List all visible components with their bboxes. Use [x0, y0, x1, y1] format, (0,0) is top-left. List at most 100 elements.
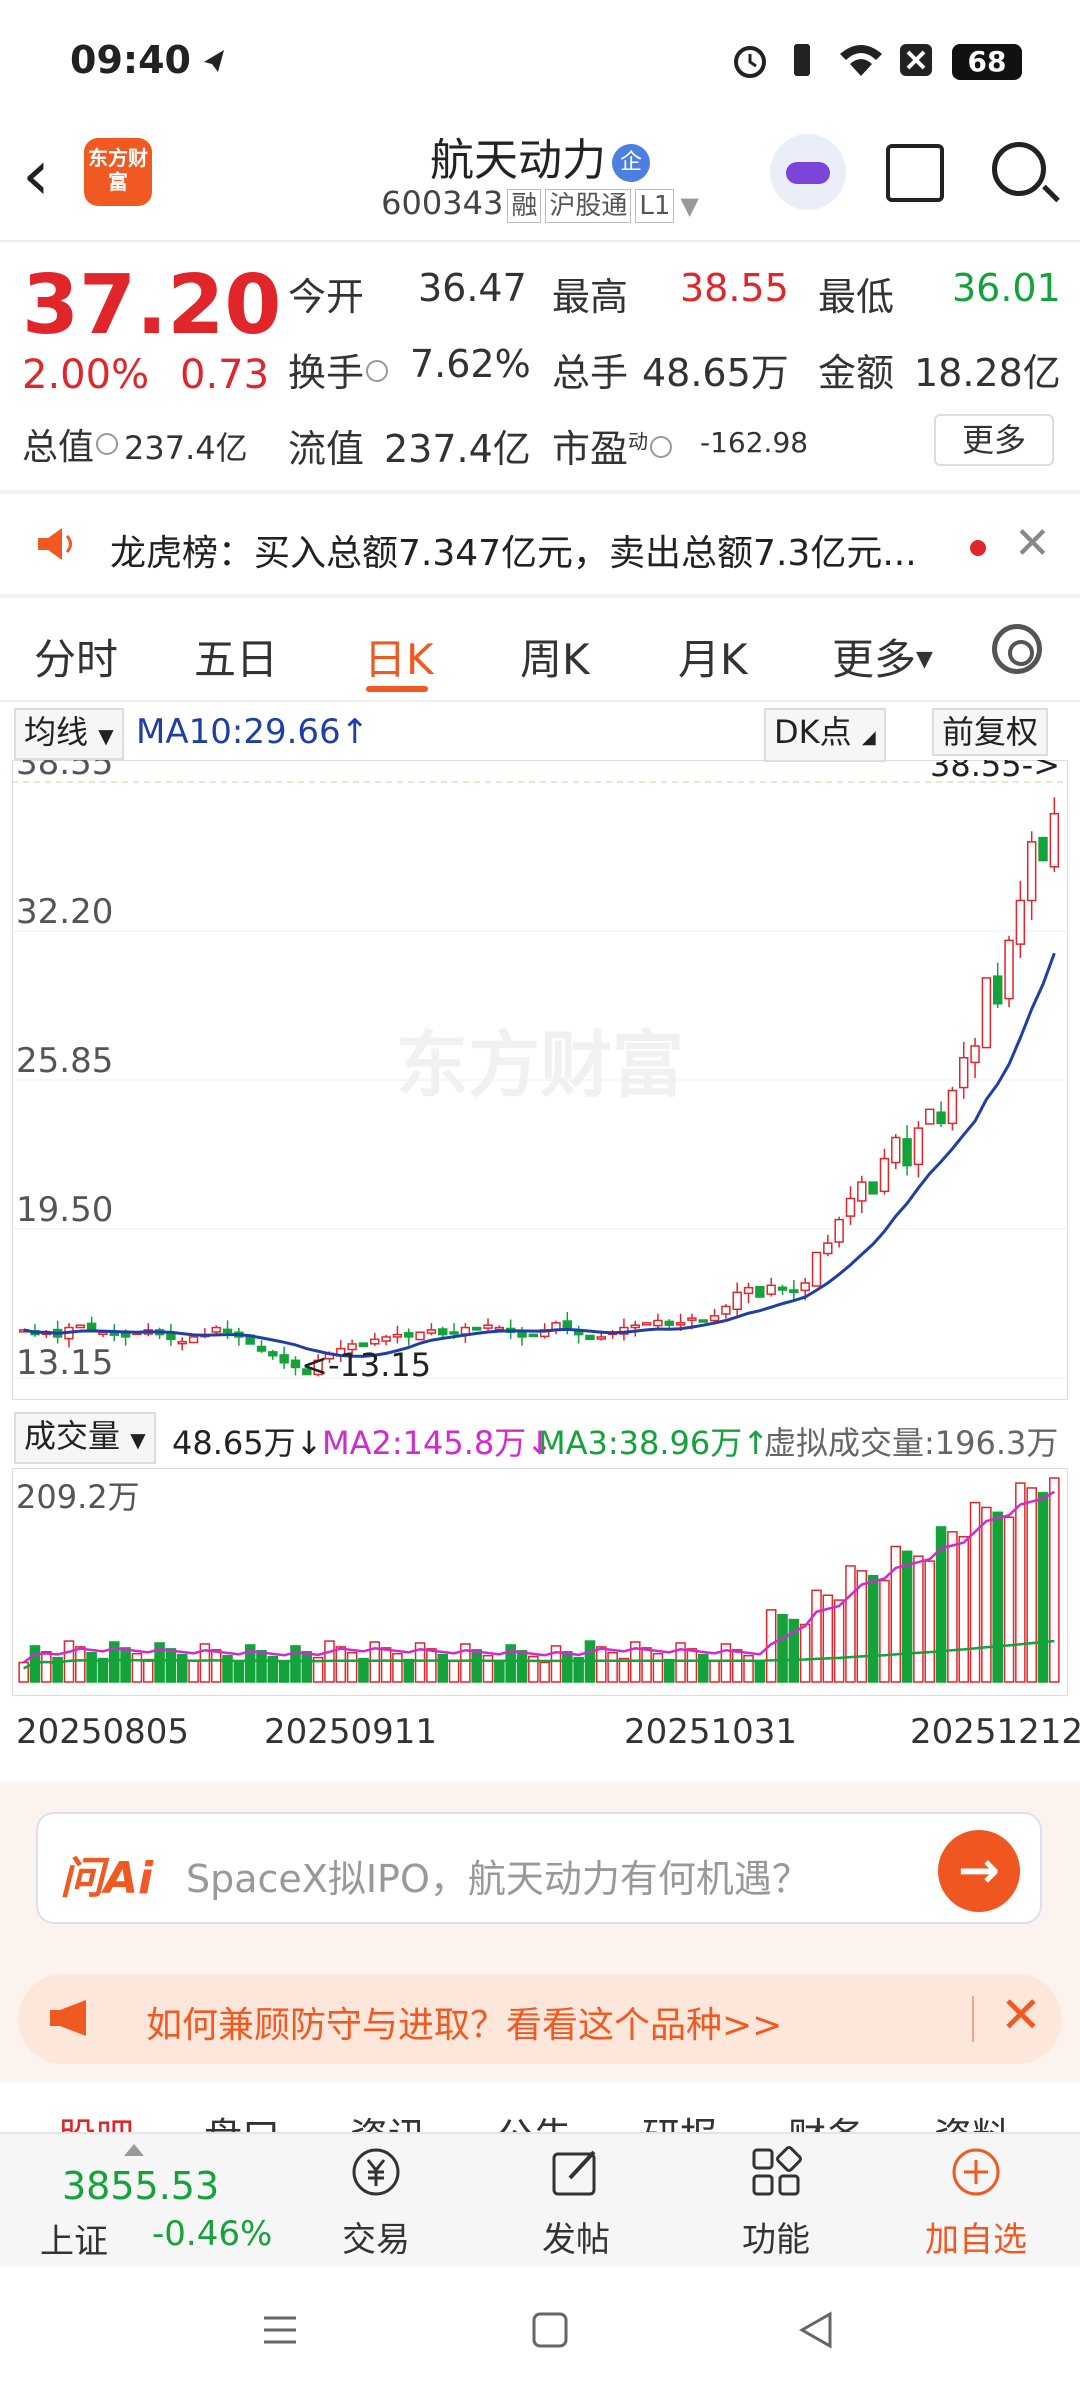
candle-body — [211, 1326, 221, 1333]
open-label: 今开 — [288, 275, 365, 319]
candle-body — [256, 1345, 267, 1352]
volume-bar — [165, 1648, 177, 1683]
open-value: 36.47 — [418, 266, 527, 310]
edit-icon — [552, 2150, 596, 2196]
volume-bar — [992, 1511, 1003, 1683]
candle-body — [879, 1157, 890, 1193]
menu-icon[interactable] — [260, 2310, 300, 2350]
info-icon[interactable] — [650, 436, 673, 458]
tab-research[interactable]: 研报 — [642, 2106, 718, 2132]
close-icon[interactable]: ✕ — [1014, 518, 1051, 569]
tab-intraday[interactable]: 分时 — [34, 626, 118, 687]
alarm-icon — [734, 46, 766, 78]
volume-bar — [924, 1560, 936, 1683]
volume-bar — [981, 1506, 992, 1683]
volume-bar — [176, 1653, 188, 1683]
volume-bar — [788, 1618, 800, 1683]
share-icon[interactable] — [886, 144, 944, 202]
candle-body — [811, 1251, 822, 1287]
tag-connect: 沪股通 — [545, 189, 632, 223]
volume-bar — [233, 1660, 245, 1683]
active-tab-indicator — [366, 686, 428, 692]
info-icon[interactable] — [96, 433, 119, 455]
candle-body — [460, 1326, 471, 1335]
volume-bar — [188, 1659, 199, 1683]
tab-announcements[interactable]: 公告 — [496, 2106, 572, 2132]
tab-finance[interactable]: 财务 — [788, 2106, 864, 2132]
add-watchlist-button[interactable]: 加自选 — [906, 2144, 1046, 2261]
dragon-tiger-notice[interactable]: 龙虎榜：买入总额7.347亿元，卖出总额7.3亿元... ✕ — [0, 494, 1080, 594]
volume-bar — [437, 1653, 449, 1683]
functions-button[interactable]: 功能 — [706, 2144, 846, 2261]
info-icon[interactable] — [366, 360, 389, 382]
search-icon[interactable] — [992, 142, 1046, 196]
tab-forum[interactable]: 股吧 — [58, 2106, 134, 2132]
volume-bar — [516, 1650, 528, 1683]
candle-body — [857, 1181, 867, 1202]
nosim-icon — [900, 44, 932, 76]
volume-bar — [539, 1661, 550, 1683]
arrow-right-icon[interactable]: → — [938, 1830, 1020, 1912]
tab-more[interactable]: 更多▼ — [832, 626, 933, 687]
tab-weekly-k[interactable]: 周K — [520, 626, 590, 687]
date-label: 20250805 — [16, 1712, 190, 1752]
divider — [972, 1996, 974, 2042]
candle-body — [188, 1336, 199, 1344]
candle-body — [902, 1138, 912, 1167]
volume-bar — [913, 1555, 924, 1683]
volume-bar — [845, 1565, 856, 1683]
volume-bar — [75, 1646, 86, 1683]
tab-news[interactable]: 资讯 — [350, 2106, 426, 2132]
volume-bar — [811, 1589, 822, 1683]
system-nav-bar — [0, 2266, 1080, 2400]
post-button[interactable]: 发帖 — [506, 2144, 646, 2261]
promo-banner[interactable]: 如何兼顾防守与进取？看看这个品种>> ✕ — [18, 1974, 1062, 2064]
volume-bar — [641, 1647, 652, 1683]
candle-body — [426, 1329, 437, 1334]
kline-chart[interactable]: 东方财富 38.55 32.20 25.85 19.50 13.15 38.55-> <-13… — [12, 760, 1068, 1400]
candle-body — [732, 1291, 742, 1311]
dk-points-toggle[interactable]: DK点 ◢ — [764, 708, 886, 762]
candle-body — [1015, 899, 1026, 945]
back-nav-icon[interactable] — [796, 2310, 836, 2350]
ai-robot-icon[interactable] — [770, 134, 846, 210]
index-name: 上证 — [40, 2222, 108, 2262]
volume-bar — [380, 1647, 392, 1683]
ma2-value: MA2:145.8万↓ — [322, 1424, 554, 1462]
candle-body — [1026, 841, 1037, 902]
close-icon[interactable]: ✕ — [1000, 1986, 1042, 2044]
candle-body — [868, 1181, 878, 1195]
volume-bar — [607, 1651, 618, 1683]
adjust-select[interactable]: 前复权 — [932, 708, 1049, 756]
volume-bar — [41, 1651, 52, 1683]
trade-button[interactable]: 交易 — [306, 2144, 446, 2261]
tab-orderbook[interactable]: 盘口 — [204, 2106, 280, 2132]
volume-bar — [494, 1660, 505, 1683]
gear-icon[interactable] — [992, 624, 1042, 674]
volume-select[interactable]: 成交量 ▼ — [14, 1412, 156, 1464]
ma3-value: MA3:38.96万↑ — [538, 1424, 770, 1462]
volume-bar — [1026, 1487, 1037, 1683]
candle-body — [596, 1336, 607, 1340]
market-cap: 总值 237.4亿 — [22, 427, 248, 468]
tab-profile[interactable]: 资料 — [934, 2106, 1010, 2132]
ma-select[interactable]: 均线 ▼ — [14, 708, 124, 760]
tab-five-day[interactable]: 五日 — [194, 626, 278, 687]
volume-bar — [1003, 1516, 1015, 1683]
volume-bar — [1049, 1477, 1060, 1683]
volume-bar — [901, 1550, 913, 1683]
volume-chart[interactable]: 209.2万 — [12, 1468, 1068, 1696]
ai-question-box[interactable]: 问Ai SpaceX拟IPO，航天动力有何机遇？ → — [36, 1812, 1042, 1924]
caret-up-icon — [124, 2144, 144, 2156]
volume-bar — [403, 1658, 415, 1683]
tab-monthly-k[interactable]: 月K — [678, 626, 748, 687]
tab-daily-k[interactable]: 日K — [364, 626, 434, 687]
y-tick-label: 19.50 — [16, 1190, 113, 1230]
more-quote-button[interactable]: 更多 — [934, 414, 1054, 466]
volume-bar — [256, 1650, 267, 1683]
candle-body — [687, 1317, 697, 1321]
home-icon[interactable] — [530, 2310, 570, 2350]
candle-body — [891, 1136, 901, 1164]
candle-body — [981, 977, 992, 1049]
status-time: 09:40 — [70, 38, 191, 82]
